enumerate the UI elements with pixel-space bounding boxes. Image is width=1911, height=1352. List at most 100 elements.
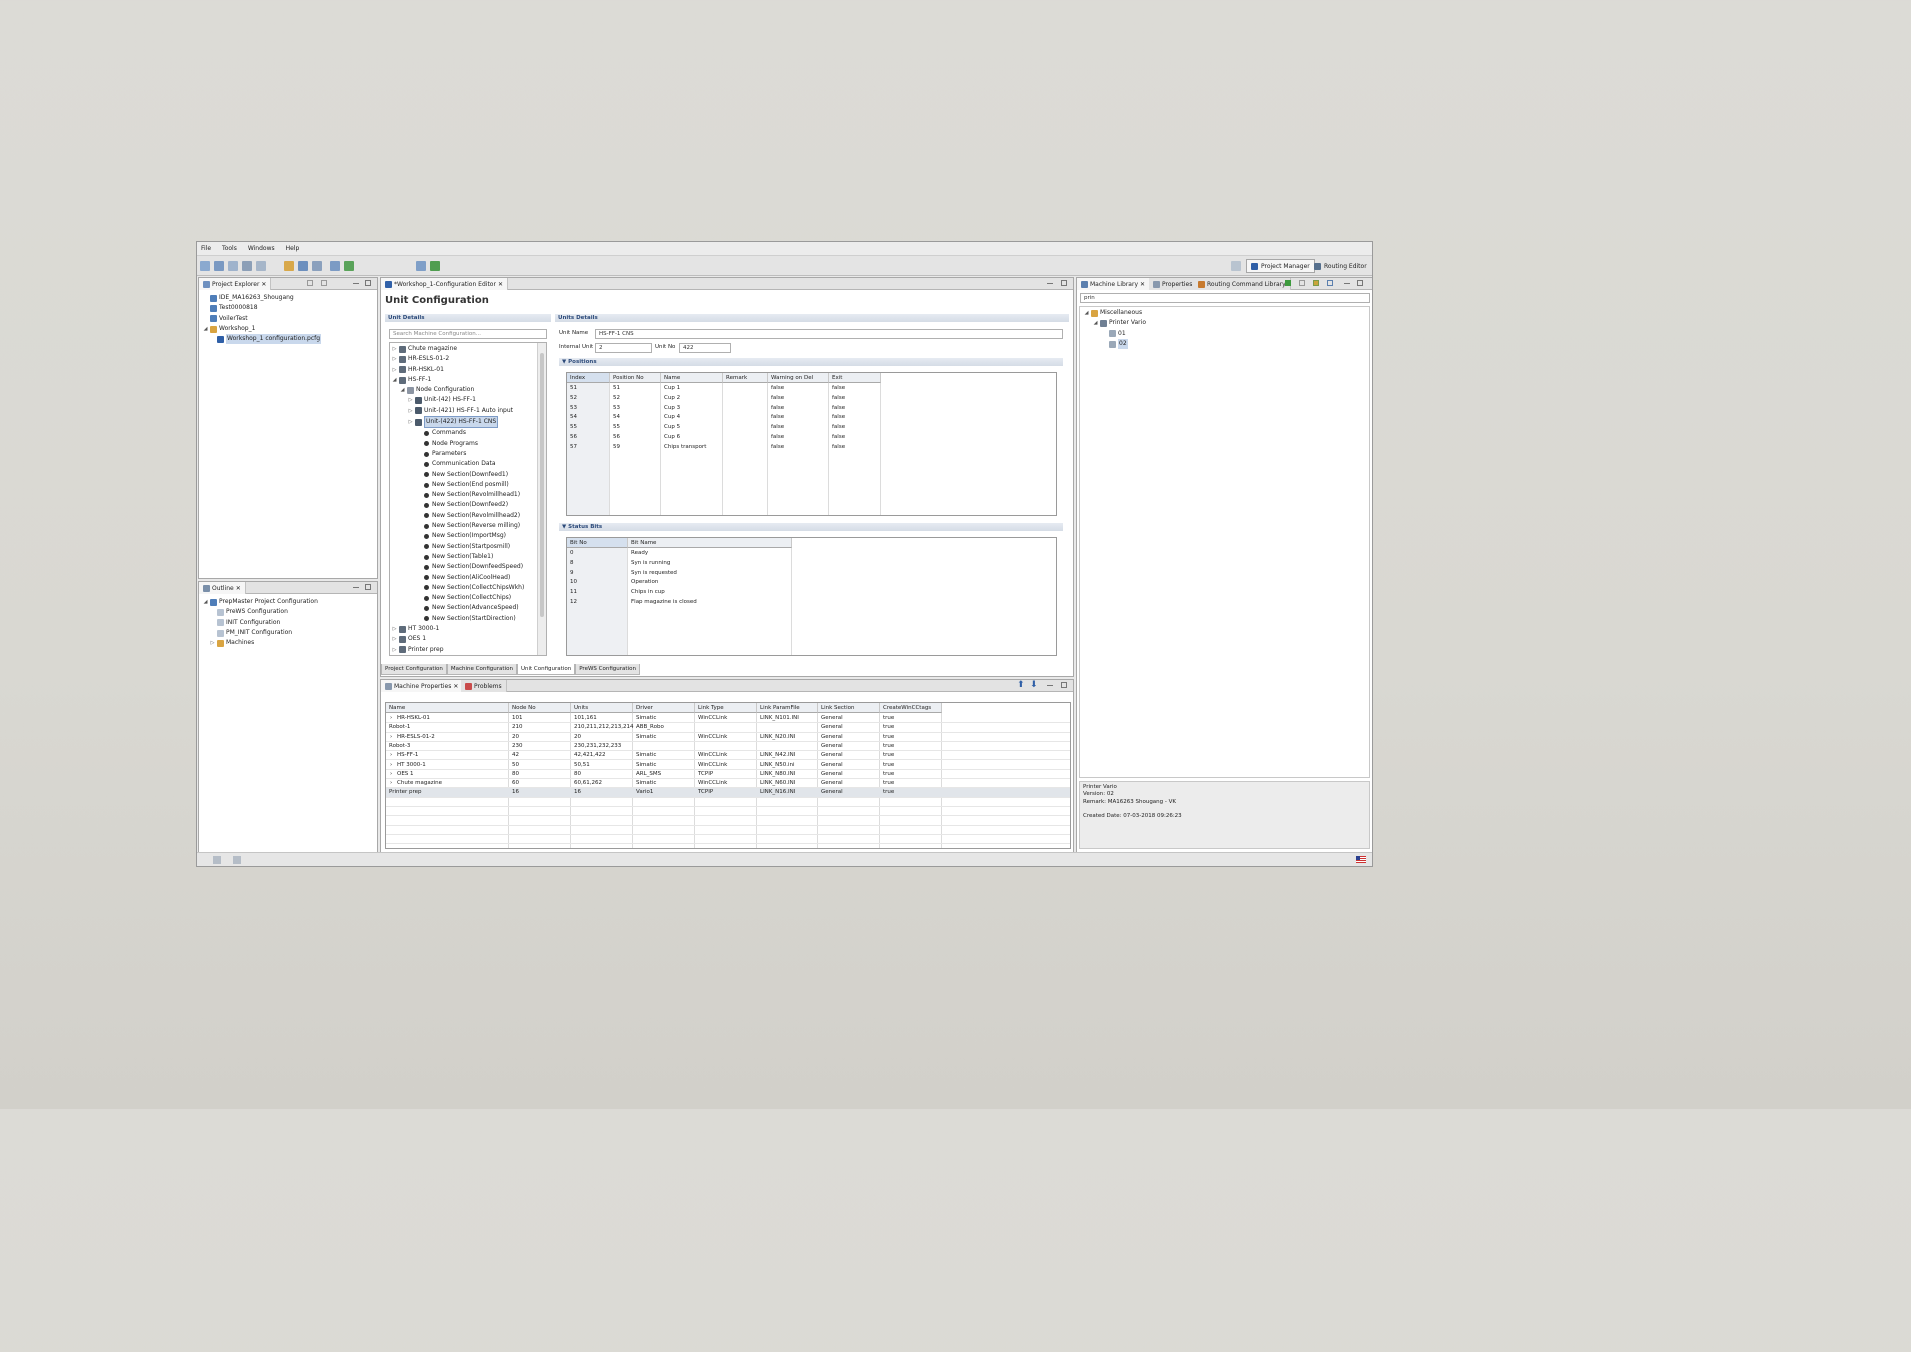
open-project-icon[interactable] <box>214 261 224 271</box>
tree-item[interactable]: New Section(Revolmillhead2) <box>392 511 524 521</box>
search-machine-config-input[interactable]: Search Machine Configuration... <box>389 329 547 339</box>
unit-name-field[interactable]: HS-FF-1 CNS <box>595 329 1063 339</box>
tree-item[interactable]: New Section(Downfeed2) <box>392 500 524 510</box>
tree-item[interactable]: ▷ Chute magazine <box>392 344 524 354</box>
tab-prews-configuration[interactable]: PreWS Configuration <box>575 664 640 675</box>
expand-toggle-icon[interactable]: ▷ <box>408 417 413 427</box>
close-icon[interactable]: ✕ <box>236 585 241 592</box>
column-header[interactable]: Node No <box>509 703 571 713</box>
tree-item[interactable]: New Section(CollectChipsWkh) <box>392 583 524 593</box>
move-up-icon[interactable]: ⬆ <box>1017 681 1025 690</box>
close-icon[interactable]: ✕ <box>498 281 503 288</box>
tree-item-selected[interactable]: ▷ Unit-(422) HS-FF-1 CNS <box>392 416 524 429</box>
menu-help[interactable]: Help <box>286 245 300 252</box>
new-project-icon[interactable] <box>200 261 210 271</box>
tree-item[interactable]: New Section(StartDirection) <box>392 614 524 624</box>
table-row[interactable]: 53 53 Cup 3 false false <box>567 404 1056 414</box>
expand-toggle-icon[interactable]: ▷ <box>392 645 397 655</box>
refresh-icon[interactable] <box>430 261 440 271</box>
tree-item-selected[interactable]: Workshop_1 configuration.pcfg <box>203 334 322 345</box>
expand-toggle-icon[interactable]: ▷ <box>392 624 397 634</box>
validate-icon[interactable] <box>344 261 354 271</box>
expand-toggle-icon[interactable]: ▷ <box>392 354 397 364</box>
perspective-project-manager[interactable]: Project Manager <box>1246 259 1315 273</box>
tree-item[interactable]: New Section(ImportMsg) <box>392 531 524 541</box>
table-row[interactable]: Robot-3 230 230,231,232,233 General true <box>386 742 1070 752</box>
maximize-icon[interactable] <box>365 584 371 590</box>
column-header[interactable]: Exit <box>829 373 881 383</box>
unit-no-field[interactable]: 422 <box>679 343 731 353</box>
tree-item[interactable]: ▷ Unit-(421) HS-FF-1 Auto input <box>392 406 524 416</box>
column-header[interactable]: Bit No <box>567 538 628 548</box>
tree-item[interactable]: PreWS Configuration <box>203 607 318 617</box>
tree-item[interactable]: New Section(Revolmillhead1) <box>392 490 524 500</box>
table-row[interactable]: 55 55 Cup 5 false false <box>567 423 1056 433</box>
library-filter-input[interactable]: prin <box>1080 293 1370 303</box>
import-icon[interactable] <box>1313 280 1319 286</box>
column-header[interactable]: Name <box>386 703 509 713</box>
import-icon[interactable] <box>284 261 294 271</box>
tree-item[interactable]: ◢ PrepMaster Project Configuration <box>203 597 318 607</box>
tree-item[interactable]: ▷ HT 3000-1 <box>392 624 524 634</box>
tree-item[interactable]: ▷ Machines <box>203 638 318 648</box>
close-icon[interactable]: ✕ <box>261 281 266 288</box>
table-row[interactable]: OES 1 80 80 ARL_SMS TCPIP LINK_N80.INI General… <box>386 770 1070 780</box>
tab-routing-command-library[interactable]: Routing Command Library <box>1194 278 1291 290</box>
tree-item[interactable]: PM_INIT Configuration <box>203 628 318 638</box>
table-row[interactable]: 10 Operation <box>567 578 1056 588</box>
new-file-icon[interactable] <box>228 261 238 271</box>
tree-item[interactable]: New Section(DownfeedSpeed) <box>392 562 524 572</box>
table-row[interactable]: Printer prep 16 16 Vario1 TCPIP LINK_N16.INI G… <box>386 788 1070 798</box>
refresh-icon[interactable] <box>1299 280 1305 286</box>
search-config-icon[interactable] <box>416 261 426 271</box>
table-row[interactable]: 11 Chips in cup <box>567 588 1056 598</box>
add-icon[interactable] <box>1285 280 1291 286</box>
tree-item[interactable]: ◢ Node Configuration <box>392 385 524 395</box>
tree-item[interactable]: VoilerTest <box>203 314 321 324</box>
tab-outline[interactable]: Outline ✕ <box>199 582 246 594</box>
column-header[interactable]: CreateWinCCtags <box>880 703 942 713</box>
move-down-icon[interactable]: ⬇ <box>1030 681 1038 690</box>
close-icon[interactable]: ✕ <box>453 683 458 690</box>
tab-configuration-editor[interactable]: *Workshop_1-Configuration Editor ✕ <box>381 278 508 290</box>
column-header[interactable]: Link ParamFile <box>757 703 818 713</box>
expand-toggle-icon[interactable]: ▷ <box>392 365 397 375</box>
tree-item[interactable]: ◢ HS-FF-1 <box>392 375 524 385</box>
expand-toggle-icon[interactable]: ▷ <box>408 406 413 416</box>
column-header[interactable]: Warning on Del <box>768 373 829 383</box>
table-row[interactable]: 54 54 Cup 4 false false <box>567 413 1056 423</box>
table-row[interactable]: Robot-1 210 210,211,212,213,214 ABB_Robo Gen… <box>386 723 1070 733</box>
table-row[interactable]: 12 Flap magazine is closed <box>567 598 1056 608</box>
tree-item[interactable]: ▷ Printer prep <box>392 645 524 655</box>
export-icon[interactable] <box>1327 280 1333 286</box>
table-row[interactable]: 57 59 Chips transport false false <box>567 443 1056 453</box>
minimize-icon[interactable] <box>1344 283 1350 284</box>
tab-project-explorer[interactable]: Project Explorer ✕ <box>199 278 272 290</box>
tree-item-selected[interactable]: 02 <box>1084 338 1146 350</box>
tab-unit-configuration[interactable]: Unit Configuration <box>516 664 576 675</box>
expand-toggle-icon[interactable]: ◢ <box>392 375 397 385</box>
table-row[interactable]: 56 56 Cup 6 false false <box>567 433 1056 443</box>
maximize-icon[interactable] <box>1061 280 1067 286</box>
tree-item[interactable]: ◢ Miscellaneous <box>1084 308 1146 318</box>
tree-item[interactable]: ◢ Workshop_1 <box>203 324 321 334</box>
tree-item[interactable]: New Section(Reverse milling) <box>392 521 524 531</box>
tree-item[interactable]: New Section(CollectChips) <box>392 593 524 603</box>
table-row[interactable]: 9 Syn is requested <box>567 569 1056 579</box>
tab-properties[interactable]: Properties <box>1149 278 1198 290</box>
table-row[interactable]: 0 Ready <box>567 549 1056 559</box>
close-icon[interactable]: ✕ <box>1140 281 1145 288</box>
tab-project-configuration[interactable]: Project Configuration <box>381 664 447 675</box>
scrollbar-thumb[interactable] <box>540 353 544 617</box>
expand-toggle-icon[interactable]: ◢ <box>400 385 405 395</box>
tab-machine-library[interactable]: Machine Library ✕ <box>1077 278 1151 290</box>
tab-problems[interactable]: Problems <box>461 680 507 692</box>
tab-machine-properties[interactable]: Machine Properties ✕ <box>381 680 464 692</box>
expand-row-icon[interactable]: › <box>390 751 392 761</box>
menu-tools[interactable]: Tools <box>222 245 237 252</box>
maximize-icon[interactable] <box>1061 682 1067 688</box>
tree-item[interactable]: ◢ Printer Vario <box>1084 318 1146 328</box>
table-row[interactable]: 51 51 Cup 1 false false <box>567 384 1056 394</box>
tree-item[interactable]: INIT Configuration <box>203 618 318 628</box>
perspective-routing-editor[interactable]: Routing Editor <box>1310 259 1371 273</box>
